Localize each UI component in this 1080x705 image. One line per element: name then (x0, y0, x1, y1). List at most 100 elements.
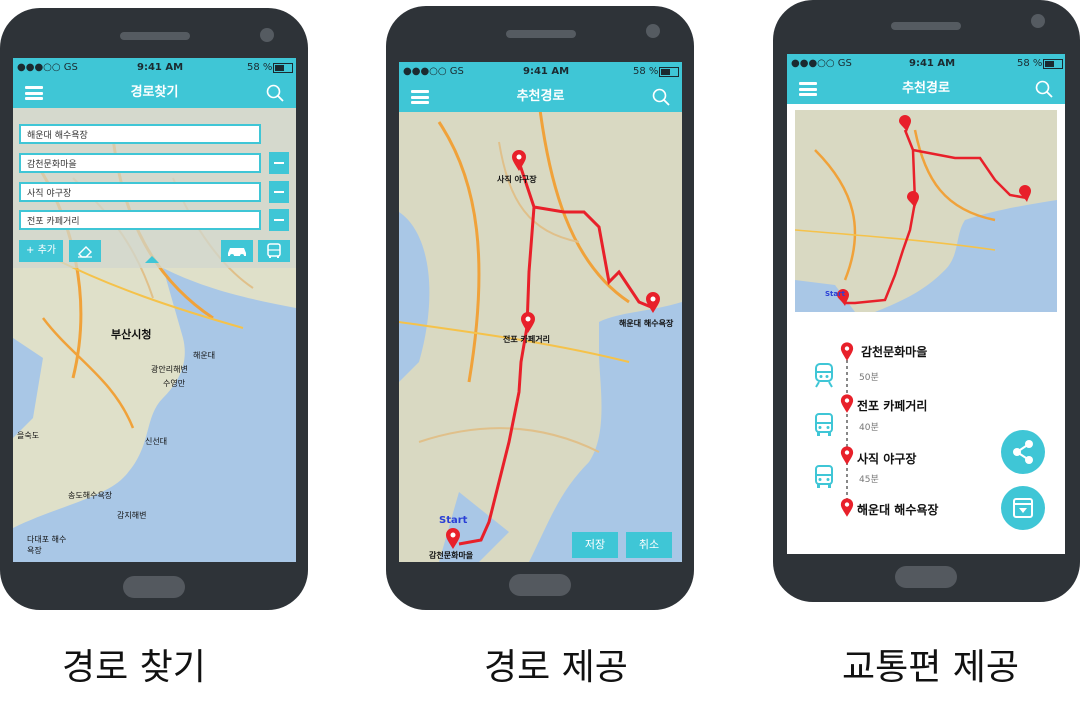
carrier-text: ●●●○○ GS (403, 66, 464, 77)
time-text: 9:41 AM (523, 66, 570, 77)
start-label: Start (439, 515, 468, 526)
phone-speaker (506, 30, 576, 38)
screen-route-result: 사직 야구장 전포 카페거리 해운대 해수욕장 Start 감천문화마을 저장 … (399, 62, 682, 562)
caption-transit-info: 교통편 제공 (842, 647, 1020, 688)
stop-field[interactable]: 감천문화마을 (19, 153, 261, 173)
map-label: 해운대 (193, 351, 216, 360)
remove-stop-button[interactable] (269, 181, 289, 203)
map-label: 송도해수욕장 (68, 491, 113, 500)
map-pin-icon[interactable] (445, 528, 461, 550)
map-label: 광안리해변 (151, 365, 188, 374)
map-label: 다대포 해수욕장 (27, 535, 67, 555)
screen-transit-info: ●●●○○ GS 9:41 AM 58 % 추천경로 Start 감천문화마을 … (787, 54, 1065, 554)
route-stop-name: 해운대 해수욕장 (857, 503, 939, 517)
time-text: 9:41 AM (137, 62, 184, 73)
page-title: 추천경로 (902, 81, 950, 96)
bus-mode-button[interactable] (258, 240, 290, 262)
car-icon (228, 248, 246, 258)
map-label: 수영만 (163, 379, 186, 388)
eraser-button[interactable] (69, 240, 101, 262)
time-text: 9:41 AM (909, 58, 956, 69)
collapse-arrow-icon[interactable] (145, 256, 159, 263)
app-bar: 추천경로 (399, 82, 682, 112)
home-button[interactable] (895, 566, 957, 588)
remove-stop-button[interactable] (269, 209, 289, 231)
map-pin-icon (840, 342, 854, 361)
phone-find-route: 부산시청 해운대 신선대 송도해수욕장 감지해변 다대포 해수욕장 광안리해변 … (0, 8, 308, 610)
route-map[interactable] (399, 62, 682, 562)
menu-icon[interactable] (411, 90, 429, 104)
save-button[interactable]: 저장 (572, 532, 618, 558)
route-timeline (846, 354, 848, 509)
map-label: 감지해변 (117, 511, 147, 520)
start-label: Start (825, 290, 845, 298)
train-icon (815, 363, 833, 388)
phone-camera (646, 24, 660, 38)
status-bar: ●●●○○ GS 9:41 AM 58 % (787, 54, 1065, 74)
map-pin-icon[interactable] (511, 150, 527, 172)
share-icon (1013, 440, 1033, 464)
route-duration: 40분 (859, 423, 879, 433)
caption-route-result: 경로 제공 (484, 647, 628, 688)
map-pin-icon (840, 446, 854, 465)
phone-camera (1031, 14, 1045, 28)
marker-label: 감천문화마을 (429, 551, 474, 560)
search-icon[interactable] (266, 84, 284, 102)
phone-speaker (120, 32, 190, 40)
cancel-button[interactable]: 취소 (626, 532, 672, 558)
stop-field[interactable]: 전포 카페거리 (19, 210, 261, 230)
map-label: 부산시청 (111, 328, 152, 341)
route-stop-name: 전포 카페거리 (857, 399, 928, 413)
battery-icon (273, 63, 293, 73)
bus-icon (815, 413, 833, 436)
app-bar: 경로찾기 (13, 78, 296, 108)
menu-icon[interactable] (25, 86, 43, 100)
map-pin-icon (840, 498, 854, 517)
phone-speaker (891, 22, 961, 30)
marker-label: 사직 야구장 (497, 175, 537, 184)
map-pin-icon[interactable] (645, 292, 661, 314)
marker-label: 전포 카페거리 (503, 335, 550, 344)
home-button[interactable] (509, 574, 571, 596)
battery-text: 58 % (247, 62, 273, 73)
carrier-text: ●●●○○ GS (791, 58, 852, 69)
home-button[interactable] (123, 576, 185, 598)
screen-find-route: 부산시청 해운대 신선대 송도해수욕장 감지해변 다대포 해수욕장 광안리해변 … (13, 58, 296, 562)
caption-find-route: 경로 찾기 (62, 647, 206, 688)
battery-text: 58 % (1017, 58, 1043, 69)
map-label: 신선대 (145, 437, 168, 446)
share-button[interactable] (1001, 430, 1045, 474)
search-icon[interactable] (1035, 80, 1053, 98)
page-title: 추천경로 (516, 89, 565, 104)
stop-field[interactable]: 해운대 해수욕장 (19, 124, 261, 144)
phone-camera (260, 28, 274, 42)
route-duration: 50분 (859, 373, 879, 383)
status-bar: ●●●○○ GS 9:41 AM 58 % (13, 58, 296, 78)
map-pin-icon (840, 394, 854, 413)
status-bar: ●●●○○ GS 9:41 AM 58 % (399, 62, 682, 82)
page-title: 경로찾기 (130, 85, 179, 100)
route-thumbnail-map[interactable] (795, 110, 1057, 312)
remove-stop-button[interactable] (269, 152, 289, 174)
app-bar: 추천경로 (787, 74, 1065, 104)
phone-route-result: 사직 야구장 전포 카페거리 해운대 해수욕장 Start 감천문화마을 저장 … (386, 6, 694, 610)
car-mode-button[interactable] (221, 240, 253, 262)
menu-icon[interactable] (799, 82, 817, 96)
search-icon[interactable] (652, 88, 670, 106)
eraser-icon (78, 246, 92, 258)
marker-label: 해운대 해수욕장 (619, 319, 674, 328)
add-stop-button[interactable]: + 추가 (19, 240, 63, 262)
map-label: 을숙도 (17, 431, 40, 440)
download-icon (1013, 498, 1033, 518)
bus-icon (815, 465, 833, 488)
map-pin-icon[interactable] (520, 312, 536, 334)
download-button[interactable] (1001, 486, 1045, 530)
battery-icon (1043, 59, 1063, 69)
bus-icon (267, 243, 281, 258)
route-stop-name: 사직 야구장 (857, 452, 917, 466)
stop-field[interactable]: 사직 야구장 (19, 182, 261, 202)
battery-text: 58 % (633, 66, 659, 77)
route-stop-name: 감천문화마을 (861, 345, 928, 359)
phone-transit-info: ●●●○○ GS 9:41 AM 58 % 추천경로 Start 감천문화마을 … (773, 0, 1080, 602)
battery-icon (659, 67, 679, 77)
